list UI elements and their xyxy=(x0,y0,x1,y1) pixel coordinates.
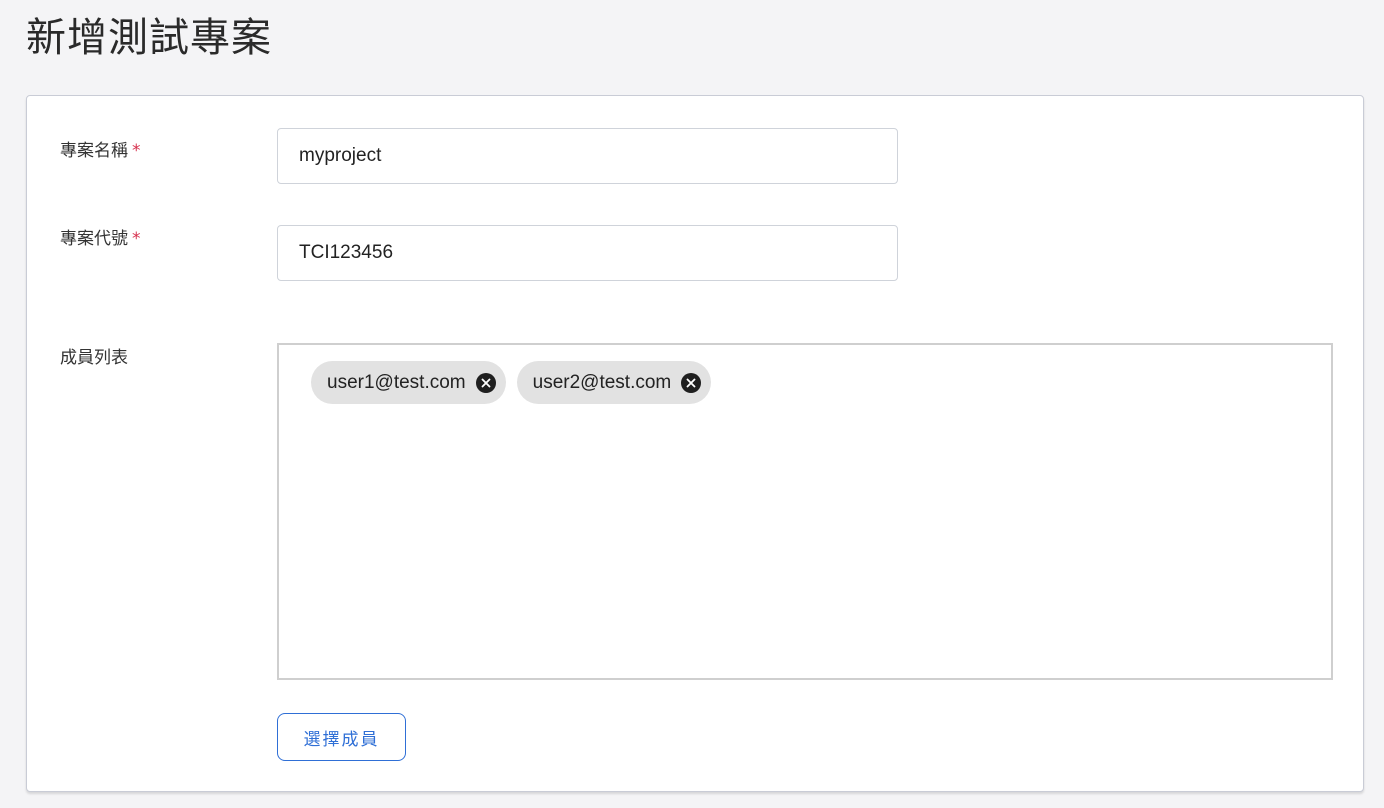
project-code-label: 專案代號 * xyxy=(60,227,141,251)
member-chip: user1@test.com xyxy=(311,361,506,404)
member-chip-email: user2@test.com xyxy=(532,371,672,393)
member-chip: user2@test.com xyxy=(516,361,712,404)
project-code-input[interactable] xyxy=(277,225,898,281)
project-name-label-text: 專案名稱 xyxy=(60,141,128,161)
required-asterisk: * xyxy=(132,141,141,161)
select-members-button[interactable]: 選擇成員 xyxy=(277,713,406,761)
member-list-box[interactable]: user1@test.com user2@test.com xyxy=(277,343,1333,680)
close-circle-icon[interactable] xyxy=(681,372,702,393)
page-title: 新增測試專案 xyxy=(26,15,272,61)
member-chip-email: user1@test.com xyxy=(327,371,466,393)
project-name-label: 專案名稱 * xyxy=(60,139,141,163)
project-code-label-text: 專案代號 xyxy=(60,229,128,249)
project-name-input[interactable] xyxy=(277,128,898,184)
project-form-card: 專案名稱* 專案代號* 成員列表 user1@test.com user2@te… xyxy=(26,95,1364,792)
close-circle-icon[interactable] xyxy=(475,372,496,393)
required-asterisk: * xyxy=(132,229,141,249)
member-list-label: 成員列表 xyxy=(60,348,128,368)
